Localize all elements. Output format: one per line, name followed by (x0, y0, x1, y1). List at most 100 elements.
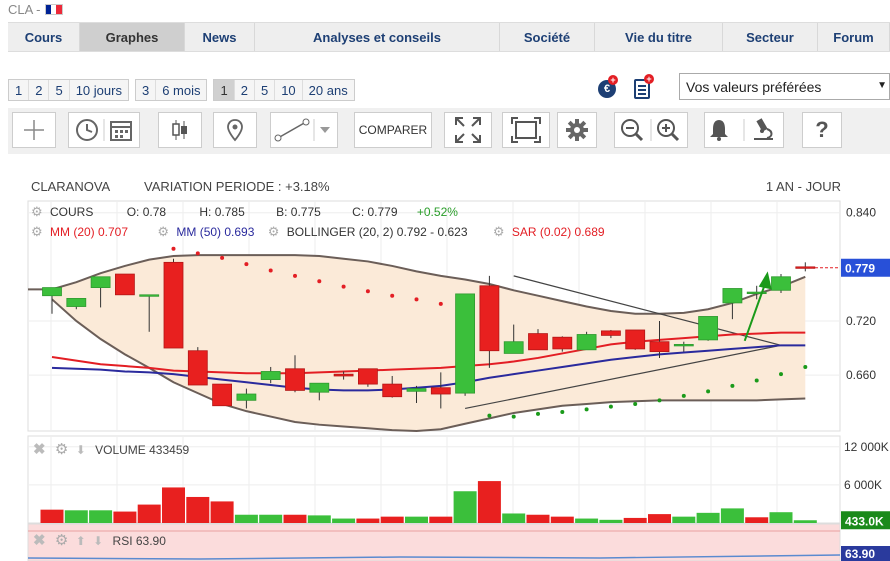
chart-header: CLARANOVA VARIATION PERIODE : +3.18% 1 A… (31, 179, 841, 195)
date-range-button[interactable] (68, 112, 140, 148)
gear-icon[interactable]: ⚙ (268, 224, 280, 239)
sar-dot (633, 401, 638, 406)
period-years-3[interactable]: 10 (275, 80, 303, 100)
volume-bar (477, 481, 501, 523)
candle-body (333, 373, 354, 377)
sar-dot (584, 407, 589, 412)
zoom-buttons[interactable] (614, 112, 688, 148)
candle-body (187, 350, 208, 386)
compare-button[interactable]: COMPARER (354, 112, 432, 148)
zoom-in-icon (657, 119, 680, 142)
volume-bar (137, 504, 161, 523)
gear-icon[interactable]: ⚙ (31, 204, 43, 219)
arrow-down-icon[interactable]: ⬇ (76, 443, 86, 457)
volume-bar (453, 491, 477, 523)
nav-tab-cours[interactable]: Cours (8, 23, 80, 51)
mm20-value: MM (20) 0.707 (50, 225, 129, 239)
gear-icon[interactable]: ⚙ (55, 441, 68, 458)
volume-bar (526, 514, 550, 523)
help-icon: ? (815, 117, 829, 142)
nav-tab-graphes[interactable]: Graphes (80, 23, 185, 51)
sar-dot (803, 364, 808, 369)
open-value: O: 0.78 (126, 205, 167, 219)
period-months-1[interactable]: 6 mois (156, 80, 206, 100)
period-selector: 1 2 5 10 jours 36 mois 1 2 5 10 20 ans (8, 79, 355, 101)
period-years-group: 1 2 5 10 20 ans (213, 79, 355, 101)
candle-body (163, 261, 184, 349)
volume-bar (210, 501, 234, 523)
volume-bar (648, 514, 671, 523)
period-years-2[interactable]: 5 (255, 80, 276, 100)
volume-bar (64, 510, 88, 523)
sar-dot (293, 273, 297, 278)
frame-button[interactable] (502, 112, 550, 148)
candle-body (455, 293, 476, 394)
candle-body (479, 285, 500, 352)
arrow-down-icon[interactable]: ⬇ (93, 534, 103, 548)
candle-body (236, 393, 257, 401)
settings-button[interactable] (557, 112, 597, 148)
volume-bar (745, 517, 769, 523)
bollinger-value: BOLLINGER (20, 2) 0.792 - 0.623 (286, 225, 468, 239)
last-rsi-label: 63.90 (845, 547, 875, 561)
nav-tab-soci-t-[interactable]: Société (500, 23, 595, 51)
bell-icon (710, 120, 728, 141)
price-chart[interactable]: 0.840 0.720 0.660 0.779 12 000K 6 000K 433.0K 6… (0, 195, 890, 561)
candle-body (503, 341, 524, 354)
plus-badge-icon: + (608, 75, 618, 85)
gear-icon[interactable]: ⚙ (157, 224, 169, 239)
period-months-0[interactable]: 3 (136, 80, 157, 100)
period-days-0[interactable]: 1 (9, 80, 30, 100)
period-days-2[interactable]: 5 (49, 80, 70, 100)
cours-label: COURS (50, 205, 94, 219)
rsi-label: RSI 63.90 (112, 534, 166, 548)
period-years-4[interactable]: 20 ans (303, 80, 354, 100)
gear-icon[interactable]: ⚙ (31, 224, 43, 239)
crosshair-button[interactable] (12, 112, 56, 148)
candle-body (625, 329, 646, 350)
period-days-1[interactable]: 2 (29, 80, 50, 100)
volume-bar (429, 516, 453, 523)
gear-icon[interactable]: ⚙ (55, 532, 68, 549)
alerts-analysis-buttons[interactable] (704, 112, 784, 148)
period-years-1[interactable]: 2 (235, 80, 255, 100)
arrow-up-icon[interactable]: ⬆ (76, 534, 86, 548)
nav-tab-secteur[interactable]: Secteur (723, 23, 818, 51)
volume-tick-label: 12 000K (844, 440, 889, 454)
favorites-select[interactable]: Vos valeurs préférées ▼ (679, 73, 890, 100)
candle-body (552, 336, 573, 350)
ticker-header: CLA - (8, 0, 63, 18)
nav-tab-analyses-et-conseils[interactable]: Analyses et conseils (255, 23, 500, 51)
fullscreen-button[interactable] (444, 112, 492, 148)
nav-tab-news[interactable]: News (185, 23, 255, 51)
gear-icon[interactable]: ⚙ (493, 224, 505, 239)
close-icon[interactable]: ✖ (33, 532, 46, 549)
close-icon[interactable]: ✖ (33, 441, 46, 458)
volume-bar (356, 518, 380, 523)
candlestick-icon (172, 120, 187, 140)
draw-line-button[interactable] (270, 112, 338, 148)
zoom-out-icon (621, 119, 644, 142)
volume-bar (162, 487, 185, 523)
flag-stripe-red (56, 4, 62, 14)
y-tick-label: 0.720 (846, 314, 876, 328)
euro-add-icon[interactable]: € + (598, 75, 618, 98)
nav-tab-vie-du-titre[interactable]: Vie du titre (595, 23, 723, 51)
pin-icon (227, 119, 243, 142)
zoom-icons (621, 119, 680, 142)
volume-bar (575, 518, 599, 523)
period-days-3[interactable]: 10 jours (70, 80, 128, 100)
volume-bar (332, 518, 356, 523)
nav-tab-forum[interactable]: Forum (818, 23, 890, 51)
candle-body (309, 382, 330, 393)
sar-dot (220, 255, 225, 260)
sar-dot (706, 389, 711, 394)
marker-button[interactable] (213, 112, 257, 148)
clock-calendar-icon (76, 119, 132, 141)
document-add-icon[interactable]: + (634, 74, 654, 99)
france-flag-icon (44, 3, 63, 15)
help-button[interactable]: ? (802, 112, 842, 148)
period-years-0[interactable]: 1 (214, 80, 235, 100)
fullscreen-icon (455, 117, 481, 143)
candlestick-type-button[interactable] (158, 112, 202, 148)
